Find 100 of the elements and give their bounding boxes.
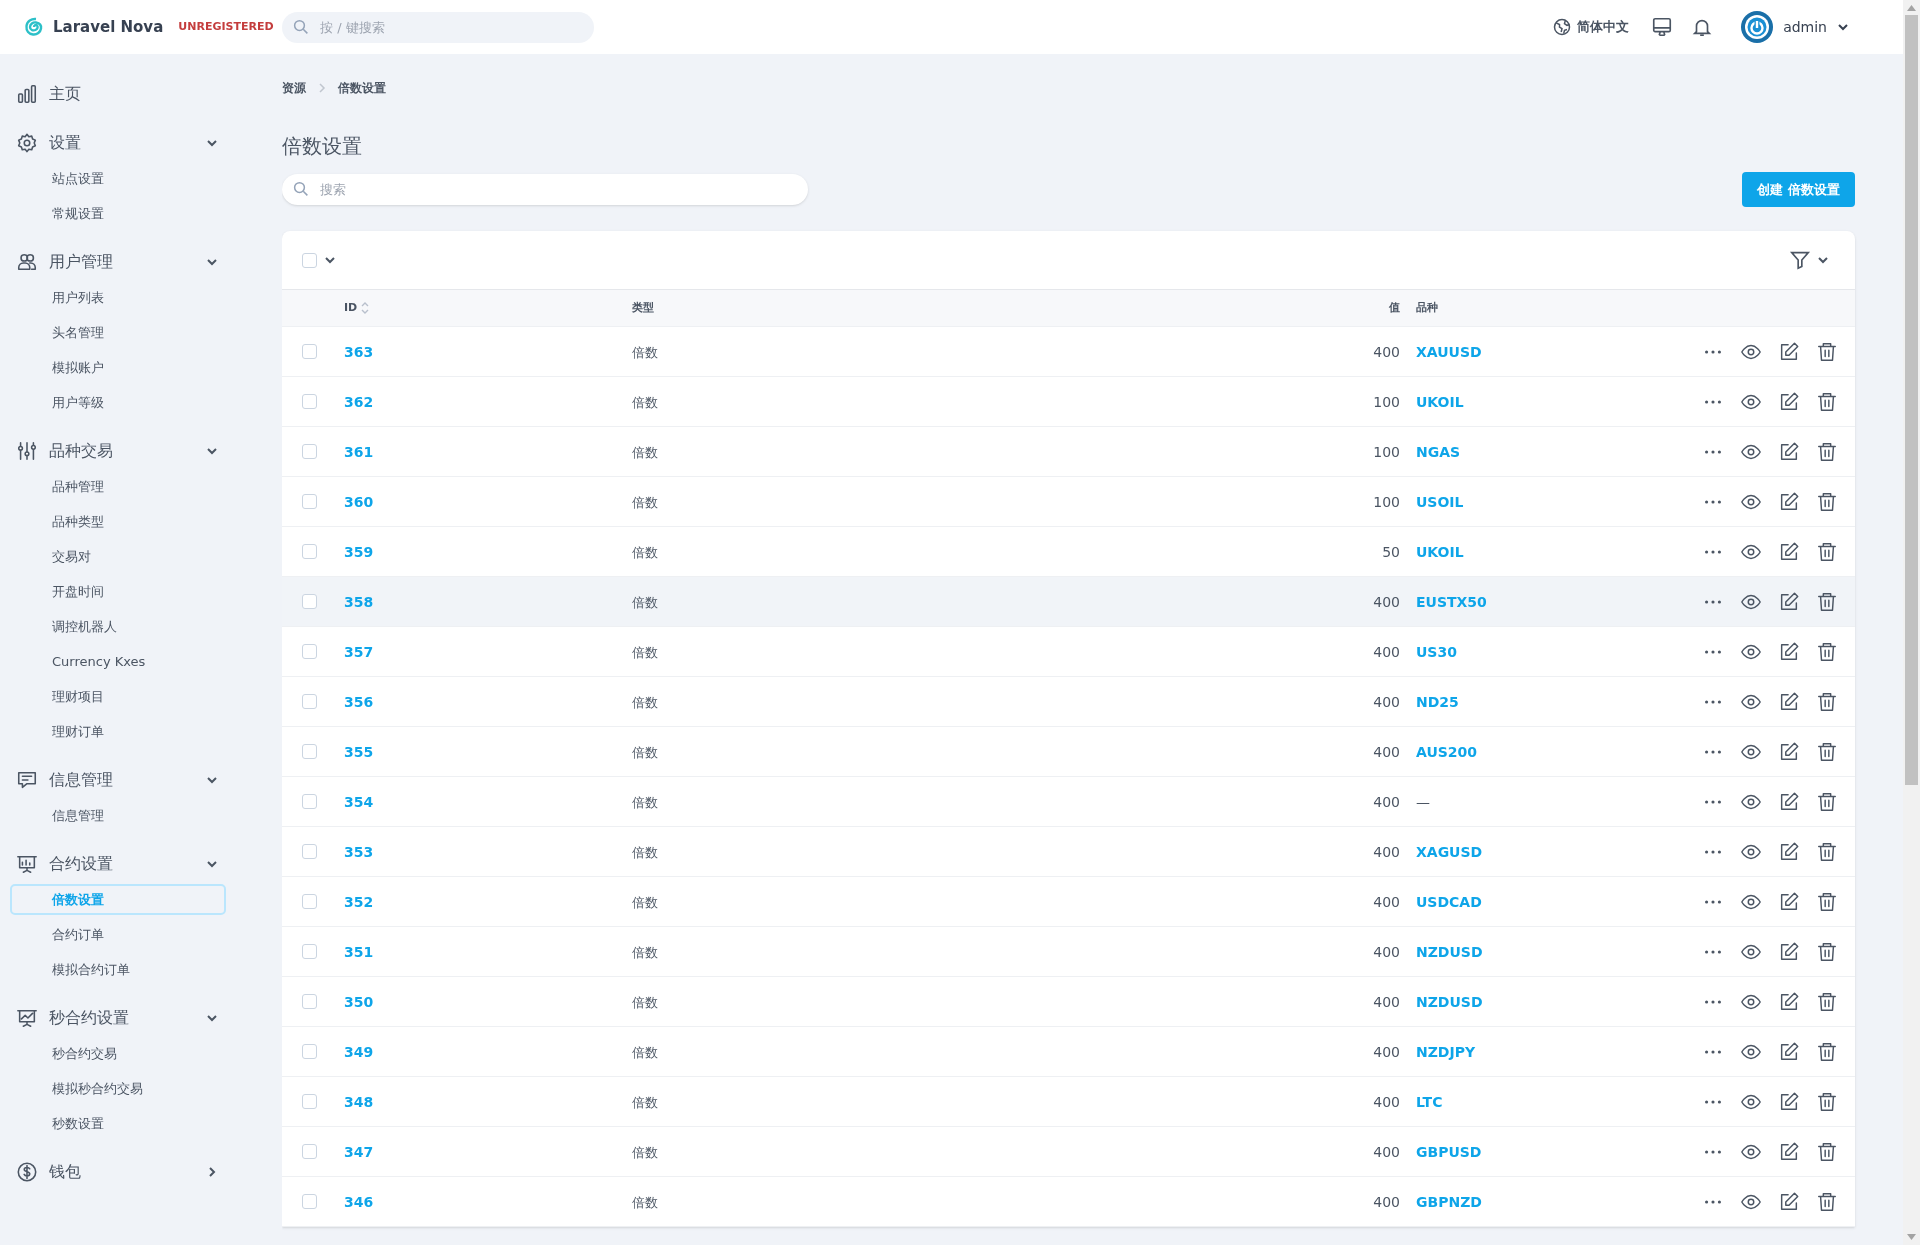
sidebar-item[interactable]: 头名管理: [10, 317, 226, 348]
delete-icon[interactable]: [1816, 390, 1838, 413]
sidebar-item[interactable]: 秒合约交易: [10, 1038, 226, 1069]
delete-icon[interactable]: [1816, 440, 1838, 463]
sidebar-item[interactable]: 站点设置: [10, 163, 226, 194]
delete-icon[interactable]: [1816, 1140, 1838, 1163]
table-row[interactable]: 347 倍数 400 GBPUSD: [282, 1127, 1855, 1177]
row-checkbox[interactable]: [302, 344, 317, 359]
global-search-field[interactable]: 按 / 键搜索: [282, 11, 594, 43]
sidebar-item[interactable]: Currency Kxes: [10, 646, 226, 677]
sidebar-section[interactable]: 设置: [10, 127, 226, 159]
table-row[interactable]: 355 倍数 400 AUS200: [282, 727, 1855, 777]
sidebar-item[interactable]: 用户列表: [10, 282, 226, 313]
sidebar-item[interactable]: 交易对: [10, 541, 226, 572]
edit-icon[interactable]: [1778, 440, 1800, 463]
delete-icon[interactable]: [1816, 340, 1838, 363]
table-row[interactable]: 363 倍数 400 XAUUSD: [282, 327, 1855, 377]
table-row[interactable]: 356 倍数 400 ND25: [282, 677, 1855, 727]
sidebar-item[interactable]: 品种管理: [10, 471, 226, 502]
sidebar-item[interactable]: 调控机器人: [10, 611, 226, 642]
delete-icon[interactable]: [1816, 1040, 1838, 1063]
sidebar-item[interactable]: 模拟合约订单: [10, 954, 226, 985]
row-checkbox[interactable]: [302, 594, 317, 609]
edit-icon[interactable]: [1778, 740, 1800, 763]
delete-icon[interactable]: [1816, 940, 1838, 963]
table-row[interactable]: 359 倍数 50 UKOIL: [282, 527, 1855, 577]
delete-icon[interactable]: [1816, 1090, 1838, 1113]
table-row[interactable]: 349 倍数 400 NZDJPY: [282, 1027, 1855, 1077]
sidebar-item[interactable]: 信息管理: [10, 800, 226, 831]
sidebar-item[interactable]: 理财项目: [10, 681, 226, 712]
sidebar-item[interactable]: 理财订单: [10, 716, 226, 747]
sidebar-item[interactable]: 用户等级: [10, 387, 226, 418]
scrollbar[interactable]: [1903, 0, 1920, 1245]
row-checkbox[interactable]: [302, 644, 317, 659]
row-checkbox[interactable]: [302, 794, 317, 809]
search-field[interactable]: 搜索: [282, 174, 808, 205]
language-selector[interactable]: 简体中文: [1552, 17, 1630, 37]
table-row[interactable]: 352 倍数 400 USDCAD: [282, 877, 1855, 927]
sidebar-item[interactable]: 合约订单: [10, 919, 226, 950]
edit-icon[interactable]: [1778, 890, 1800, 913]
row-checkbox[interactable]: [302, 444, 317, 459]
table-row[interactable]: 350 倍数 400 NZDUSD: [282, 977, 1855, 1027]
delete-icon[interactable]: [1816, 690, 1838, 713]
delete-icon[interactable]: [1816, 1190, 1838, 1213]
sidebar-section[interactable]: 品种交易: [10, 435, 226, 467]
edit-icon[interactable]: [1778, 690, 1800, 713]
user-menu[interactable]: admin: [1741, 11, 1849, 43]
table-row[interactable]: 358 倍数 400 EUSTX50: [282, 577, 1855, 627]
edit-icon[interactable]: [1778, 1040, 1800, 1063]
edit-icon[interactable]: [1778, 940, 1800, 963]
edit-icon[interactable]: [1778, 790, 1800, 813]
row-checkbox[interactable]: [302, 1144, 317, 1159]
row-checkbox[interactable]: [302, 1044, 317, 1059]
monitor-icon[interactable]: [1651, 16, 1674, 38]
sidebar-item[interactable]: 模拟账户: [10, 352, 226, 383]
row-checkbox[interactable]: [302, 694, 317, 709]
sidebar-item[interactable]: 常规设置: [10, 198, 226, 229]
delete-icon[interactable]: [1816, 990, 1838, 1013]
sidebar-item[interactable]: 品种类型: [10, 506, 226, 537]
sidebar-section[interactable]: 钱包: [10, 1156, 226, 1188]
edit-icon[interactable]: [1778, 1140, 1800, 1163]
row-checkbox[interactable]: [302, 544, 317, 559]
row-checkbox[interactable]: [302, 744, 317, 759]
delete-icon[interactable]: [1816, 490, 1838, 513]
edit-icon[interactable]: [1778, 490, 1800, 513]
sidebar-section[interactable]: 合约设置: [10, 848, 226, 880]
table-row[interactable]: 361 倍数 100 NGAS: [282, 427, 1855, 477]
sidebar-section[interactable]: 用户管理: [10, 246, 226, 278]
breadcrumb-link[interactable]: 资源: [282, 79, 306, 97]
table-row[interactable]: 348 倍数 400 LTC: [282, 1077, 1855, 1127]
edit-icon[interactable]: [1778, 1190, 1800, 1213]
table-row[interactable]: 360 倍数 100 USOIL: [282, 477, 1855, 527]
edit-icon[interactable]: [1778, 640, 1800, 663]
row-checkbox[interactable]: [302, 944, 317, 959]
table-row[interactable]: 353 倍数 400 XAGUSD: [282, 827, 1855, 877]
table-row[interactable]: 346 倍数 400 GBPNZD: [282, 1177, 1855, 1227]
table-row[interactable]: 357 倍数 400 US30: [282, 627, 1855, 677]
edit-icon[interactable]: [1778, 540, 1800, 563]
delete-icon[interactable]: [1816, 740, 1838, 763]
delete-icon[interactable]: [1816, 840, 1838, 863]
row-checkbox[interactable]: [302, 1194, 317, 1209]
edit-icon[interactable]: [1778, 990, 1800, 1013]
row-checkbox[interactable]: [302, 394, 317, 409]
delete-icon[interactable]: [1816, 790, 1838, 813]
sidebar-item[interactable]: 秒数设置: [10, 1108, 226, 1139]
row-checkbox[interactable]: [302, 844, 317, 859]
edit-icon[interactable]: [1778, 340, 1800, 363]
delete-icon[interactable]: [1816, 590, 1838, 613]
table-row[interactable]: 362 倍数 100 UKOIL: [282, 377, 1855, 427]
delete-icon[interactable]: [1816, 540, 1838, 563]
sidebar-section[interactable]: 主页: [10, 78, 226, 110]
row-checkbox[interactable]: [302, 994, 317, 1009]
edit-icon[interactable]: [1778, 840, 1800, 863]
select-all-checkbox[interactable]: [302, 252, 317, 268]
sidebar-section[interactable]: 秒合约设置: [10, 1002, 226, 1034]
chevron-down-icon[interactable]: [324, 254, 336, 266]
edit-icon[interactable]: [1778, 1090, 1800, 1113]
sidebar-item[interactable]: 模拟秒合约交易: [10, 1073, 226, 1104]
row-checkbox[interactable]: [302, 494, 317, 509]
sidebar-section[interactable]: 信息管理: [10, 764, 226, 796]
